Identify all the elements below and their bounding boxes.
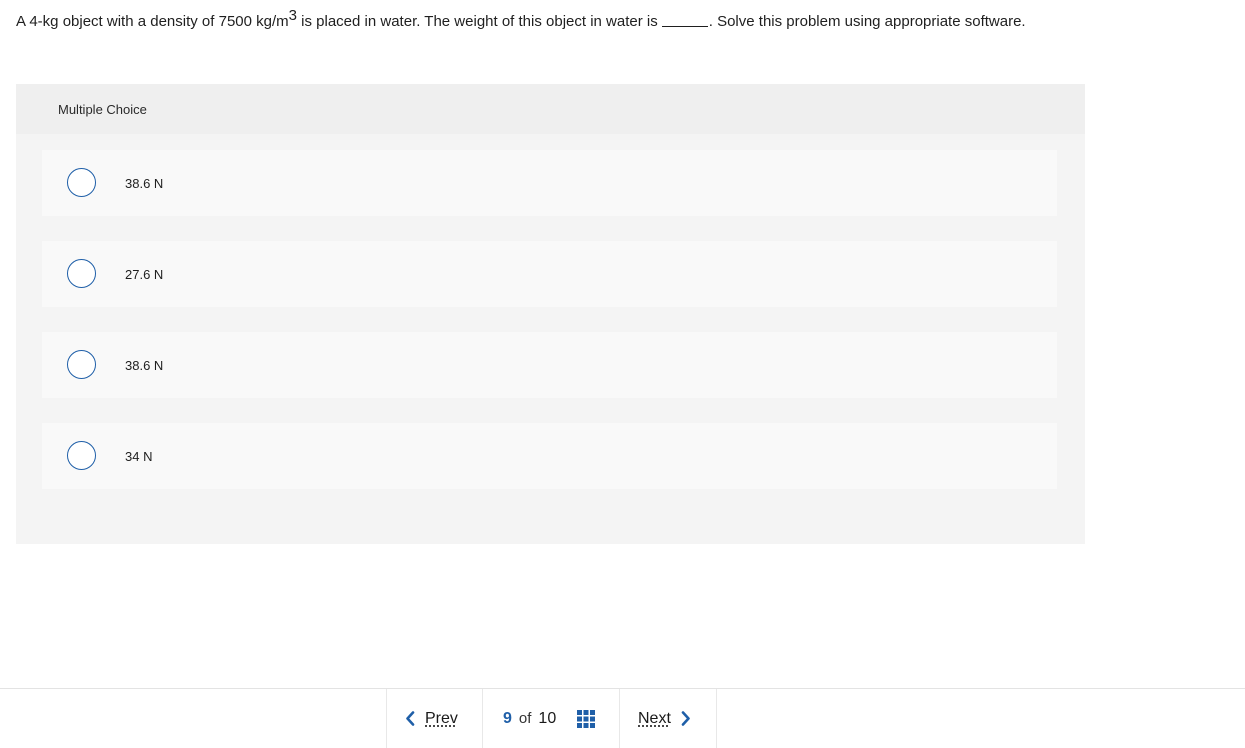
question-navigation: Prev 9 of 10 Next bbox=[386, 689, 717, 748]
radio-button[interactable] bbox=[67, 168, 96, 197]
next-label: Next bbox=[638, 709, 671, 727]
answer-option-label: 38.6 N bbox=[125, 357, 164, 373]
question-part-3: . Solve this problem using appropriate s… bbox=[708, 13, 1026, 30]
chevron-left-icon bbox=[406, 711, 415, 726]
radio-button[interactable] bbox=[67, 350, 96, 379]
of-label: of bbox=[518, 710, 532, 727]
answer-option-label: 38.6 N bbox=[125, 175, 164, 191]
answer-option-3[interactable]: 38.6 N bbox=[42, 332, 1057, 398]
radio-button[interactable] bbox=[67, 441, 96, 470]
multiple-choice-title: Multiple Choice bbox=[58, 101, 147, 117]
total-pages: 10 bbox=[538, 709, 557, 727]
radio-button[interactable] bbox=[67, 259, 96, 288]
prev-button[interactable]: Prev bbox=[387, 689, 483, 748]
answer-option-4[interactable]: 34 N bbox=[42, 423, 1057, 489]
question-part-1: A 4-kg object with a density of 7500 kg/… bbox=[16, 13, 289, 30]
answer-option-label: 27.6 N bbox=[125, 266, 164, 282]
grid-icon[interactable] bbox=[577, 709, 596, 728]
answer-option-1[interactable]: 38.6 N bbox=[42, 150, 1057, 216]
question-part-2: is placed in water. The weight of this o… bbox=[297, 13, 658, 30]
answer-blank bbox=[661, 13, 708, 27]
current-page: 9 bbox=[503, 709, 512, 727]
answer-option-2[interactable]: 27.6 N bbox=[42, 241, 1057, 307]
chevron-right-icon bbox=[681, 711, 690, 726]
multiple-choice-header: Multiple Choice bbox=[16, 84, 1085, 134]
multiple-choice-panel: Multiple Choice 38.6 N 27.6 N 38.6 N 34 … bbox=[16, 84, 1085, 544]
answer-option-label: 34 N bbox=[125, 448, 153, 464]
question-text: A 4-kg object with a density of 7500 kg/… bbox=[16, 7, 1026, 35]
navigation-footer: Prev 9 of 10 Next bbox=[0, 688, 1245, 748]
page-indicator[interactable]: 9 of 10 bbox=[483, 689, 620, 748]
superscript-3: 3 bbox=[288, 7, 297, 24]
next-button[interactable]: Next bbox=[620, 689, 716, 748]
prev-label: Prev bbox=[425, 709, 458, 727]
